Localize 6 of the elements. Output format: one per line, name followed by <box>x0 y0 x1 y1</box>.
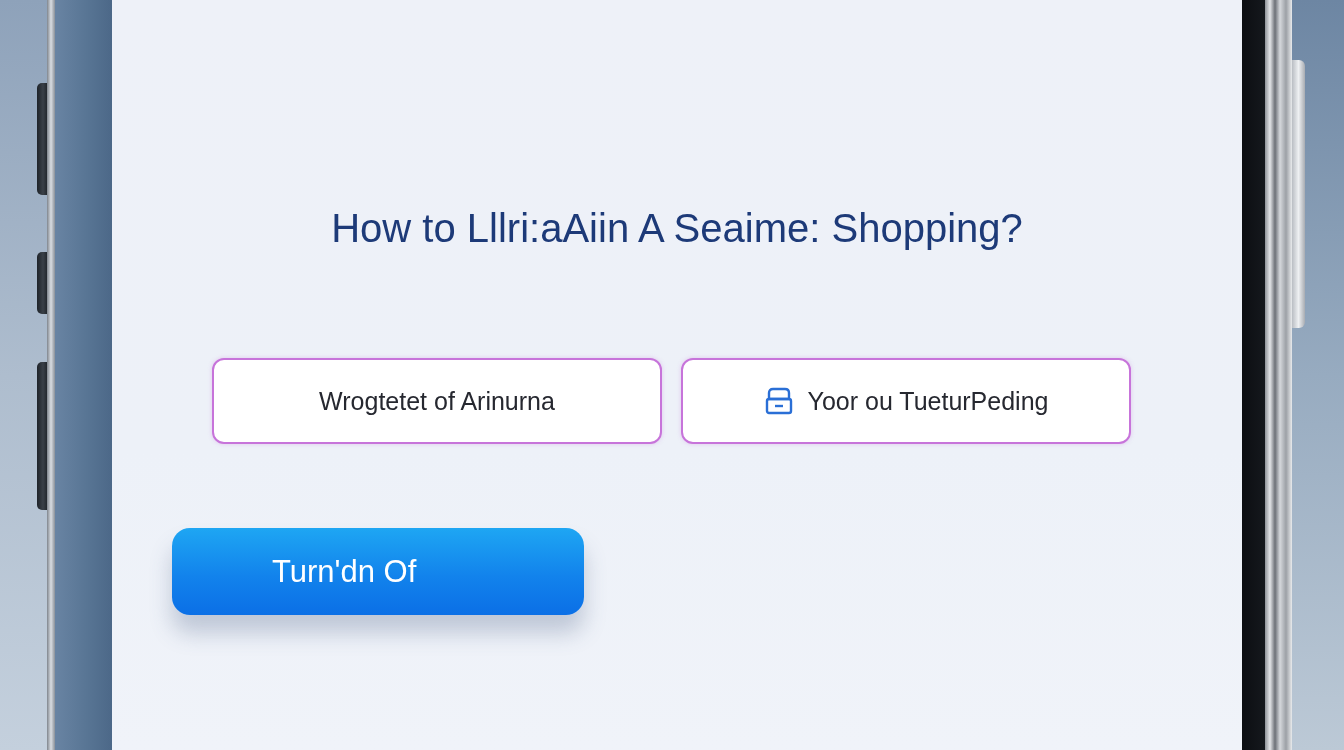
question-title: How to Lllri:aAiin A Seaime: Shopping? <box>331 205 1023 252</box>
option-button[interactable]: Yoor ou TueturPeding <box>681 358 1131 444</box>
option-button[interactable]: Wrogtetet of Arinurna <box>212 358 662 444</box>
turn-on-button[interactable]: Turn'dn Of <box>172 528 584 615</box>
phone-side-key <box>37 252 47 314</box>
storage-box-icon <box>763 387 794 415</box>
